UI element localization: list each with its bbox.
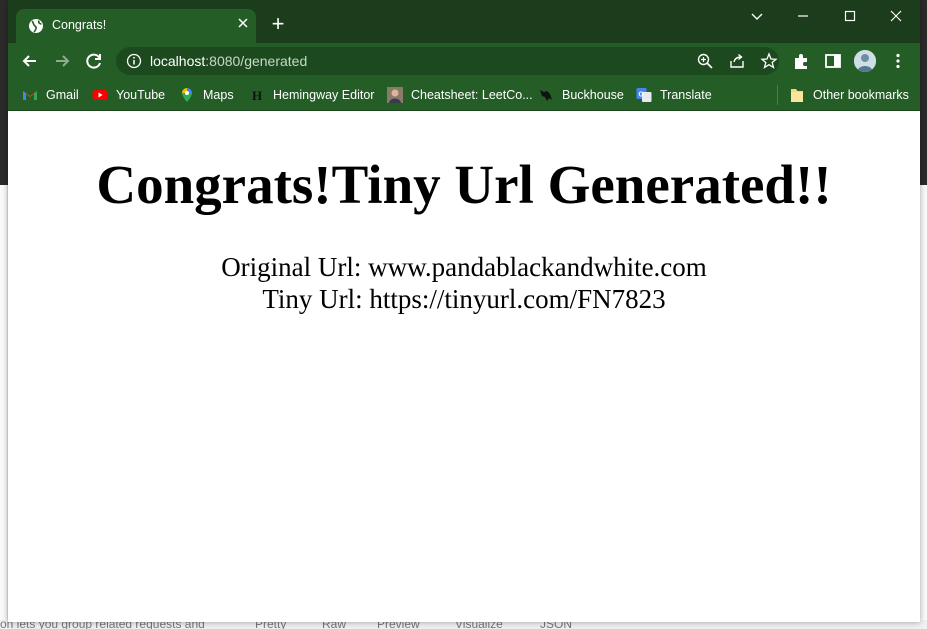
close-window-icon[interactable] (873, 4, 919, 28)
bookmark-translate[interactable]: G Translate (636, 86, 712, 104)
minimize-icon[interactable] (780, 4, 826, 28)
avatar-photo-icon (387, 87, 403, 103)
bookmark-label: YouTube (116, 88, 166, 102)
bookmark-youtube[interactable]: YouTube (92, 86, 165, 104)
address-bar[interactable]: localhost:8080/generated (116, 47, 779, 75)
translate-icon: G (636, 87, 652, 103)
maps-icon (179, 87, 195, 103)
svg-text:G: G (639, 92, 645, 99)
page-heading: Congrats!Tiny Url Generated!! (96, 154, 832, 215)
background-right-panel (919, 185, 927, 629)
buckhouse-icon (538, 87, 554, 103)
bookmarks-separator (777, 85, 778, 105)
menu-kebab-icon[interactable] (888, 51, 908, 71)
bookmark-label: Cheatsheet: LeetCo... (411, 88, 533, 102)
new-tab-button[interactable]: + (266, 13, 290, 37)
bookmark-label: Translate (660, 88, 712, 102)
site-info-icon[interactable] (126, 53, 142, 69)
svg-text:H: H (252, 88, 262, 103)
youtube-icon (92, 87, 108, 103)
bookmark-label: Buckhouse (562, 88, 624, 102)
bookmark-cheatsheet-leetcode[interactable]: Cheatsheet: LeetCo... (387, 86, 533, 104)
tab-title: Congrats! (52, 18, 107, 32)
close-tab-icon[interactable] (234, 16, 252, 34)
bookmark-label: Hemingway Editor (273, 88, 375, 102)
browser-toolbar: localhost:8080/generated (8, 43, 920, 79)
tab-congrats[interactable]: Congrats! (16, 9, 256, 43)
url-path: :8080/generated (205, 53, 308, 69)
bookmark-label: Gmail (46, 88, 79, 102)
other-bookmarks-folder[interactable]: Other bookmarks (789, 86, 909, 104)
bookmark-hemingway[interactable]: H Hemingway Editor (249, 86, 374, 104)
maximize-icon[interactable] (827, 4, 873, 28)
bookmark-maps[interactable]: Maps (179, 86, 234, 104)
tab-search-chevron-icon[interactable] (734, 4, 780, 28)
browser-window: Congrats! + localhost:8080/generated Gma… (8, 0, 920, 622)
extensions-puzzle-icon[interactable] (791, 51, 811, 71)
url-text[interactable]: localhost:8080/generated (150, 53, 307, 69)
background-left-panel (0, 185, 8, 629)
bookmark-buckhouse[interactable]: Buckhouse (538, 86, 624, 104)
tiny-url-text: Tiny Url: https://tinyurl.com/FN7823 (262, 284, 666, 314)
original-url-text: Original Url: www.pandablackandwhite.com (221, 252, 707, 282)
bookmark-gmail[interactable]: Gmail (22, 86, 79, 104)
bookmark-label: Other bookmarks (813, 88, 909, 102)
folder-icon (789, 87, 805, 103)
profile-avatar[interactable] (854, 50, 876, 72)
gmail-icon (22, 87, 38, 103)
url-host: localhost (150, 53, 206, 69)
globe-icon (28, 18, 44, 34)
page-content: Congrats!Tiny Url Generated!! Original U… (8, 112, 920, 622)
share-icon[interactable] (728, 52, 746, 70)
side-panel-icon[interactable] (823, 51, 843, 71)
forward-arrow-icon[interactable] (50, 49, 74, 73)
zoom-icon[interactable] (696, 52, 714, 70)
hemingway-icon: H (249, 87, 265, 103)
title-bar: Congrats! + (8, 0, 920, 43)
reload-icon[interactable] (82, 49, 106, 73)
bookmark-star-icon[interactable] (760, 52, 778, 70)
bookmark-label: Maps (203, 88, 234, 102)
back-arrow-icon[interactable] (18, 49, 42, 73)
bookmarks-bar: Gmail YouTube Maps H Hemingway Editor Ch… (8, 79, 920, 111)
